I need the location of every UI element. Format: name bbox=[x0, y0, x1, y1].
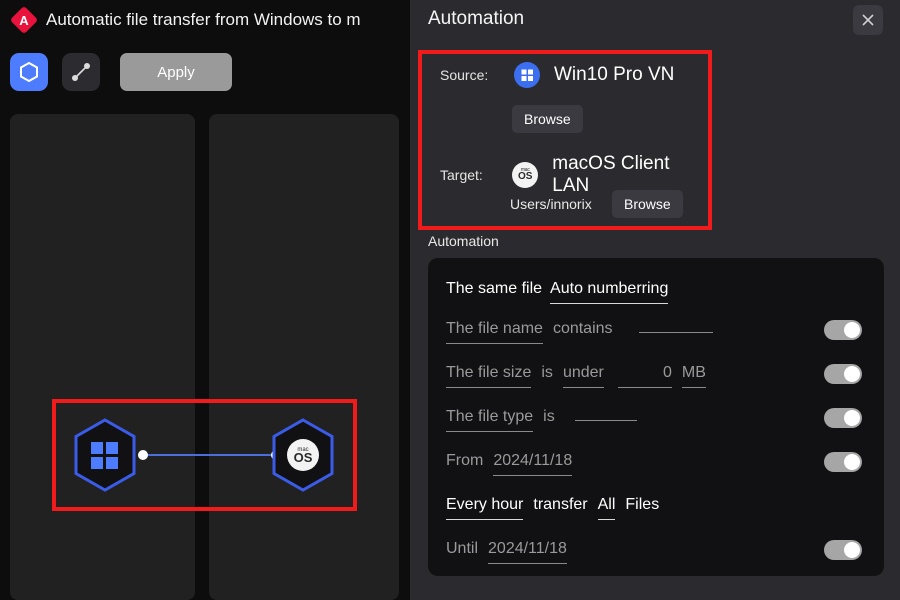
file-name-value[interactable] bbox=[638, 327, 713, 333]
rule-file-type: The file type is bbox=[446, 408, 884, 432]
same-file-value[interactable]: Auto numberring bbox=[550, 280, 669, 304]
node-tool-button[interactable] bbox=[10, 53, 48, 91]
link-line-icon bbox=[72, 63, 90, 81]
apply-button[interactable]: Apply bbox=[120, 53, 232, 91]
file-size-value[interactable]: 0 bbox=[617, 364, 672, 388]
file-size-operator[interactable]: under bbox=[562, 364, 604, 388]
until-label: Until bbox=[446, 540, 479, 557]
canvas-column-2[interactable] bbox=[209, 114, 399, 600]
automation-rules-card: The same file Auto numberring The file n… bbox=[428, 258, 884, 576]
file-type-verb: is bbox=[543, 408, 555, 425]
node-selection-highlight bbox=[52, 399, 357, 511]
rule-same-file: The same file Auto numberring bbox=[446, 280, 884, 304]
file-name-operator[interactable]: contains bbox=[553, 320, 613, 338]
schedule-object: Files bbox=[625, 496, 660, 513]
panel-header: Automation bbox=[410, 0, 900, 46]
automation-panel: Automation Source: Win10 Pro VN Browse T… bbox=[410, 0, 900, 600]
from-date-toggle[interactable] bbox=[824, 452, 862, 472]
schedule-scope[interactable]: All bbox=[597, 496, 616, 520]
file-type-toggle[interactable] bbox=[824, 408, 862, 428]
rule-file-size: The file size is under 0 MB bbox=[446, 364, 884, 388]
rule-schedule: Every hour transfer All Files bbox=[446, 496, 884, 520]
file-size-unit[interactable]: MB bbox=[681, 364, 706, 388]
close-icon bbox=[862, 14, 874, 26]
rule-from-date: From 2024/11/18 bbox=[446, 452, 884, 476]
canvas-column-1[interactable] bbox=[10, 114, 195, 600]
until-date-toggle[interactable] bbox=[824, 540, 862, 560]
file-type-value[interactable] bbox=[574, 415, 637, 421]
rule-until-date: Until 2024/11/18 bbox=[446, 540, 884, 564]
toolbar: Apply bbox=[10, 53, 232, 91]
from-label: From bbox=[446, 452, 484, 469]
angular-diamond-icon: A bbox=[9, 5, 39, 35]
panel-title: Automation bbox=[428, 8, 525, 29]
app-root: A Automatic file transfer from Windows t… bbox=[0, 0, 900, 600]
close-button[interactable] bbox=[853, 5, 883, 35]
file-name-toggle[interactable] bbox=[824, 320, 862, 340]
file-name-label[interactable]: The file name bbox=[446, 320, 543, 344]
rule-file-name: The file name contains bbox=[446, 320, 884, 344]
file-size-label[interactable]: The file size bbox=[446, 364, 532, 388]
hexagon-node-icon bbox=[20, 61, 38, 83]
from-date-value[interactable]: 2024/11/18 bbox=[493, 452, 573, 476]
window-title: Automatic file transfer from Windows to … bbox=[46, 10, 361, 29]
file-size-verb: is bbox=[541, 364, 553, 381]
link-tool-button[interactable] bbox=[62, 53, 100, 91]
schedule-frequency[interactable]: Every hour bbox=[446, 496, 524, 520]
source-target-highlight bbox=[418, 50, 712, 230]
automation-section-label: Automation bbox=[428, 233, 499, 249]
until-date-value[interactable]: 2024/11/18 bbox=[488, 540, 567, 564]
file-size-toggle[interactable] bbox=[824, 364, 862, 384]
schedule-verb: transfer bbox=[533, 496, 588, 513]
file-type-label[interactable]: The file type bbox=[446, 408, 534, 432]
same-file-label: The same file bbox=[446, 280, 543, 297]
